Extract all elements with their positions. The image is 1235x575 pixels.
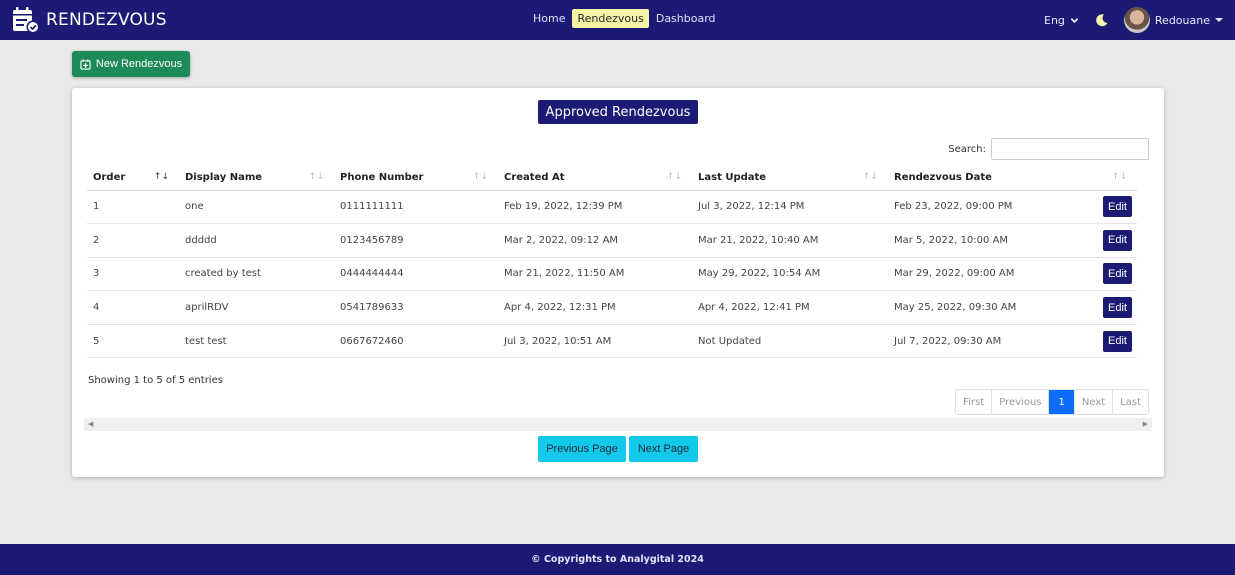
previous-page-button[interactable]: Previous Page: [538, 436, 626, 462]
cell-phone: 0444444444: [334, 257, 498, 292]
sort-icon: ↑↓: [862, 172, 878, 182]
column-header-order[interactable]: Order ↑↓: [87, 166, 179, 191]
column-header-display-name[interactable]: Display Name ↑↓: [179, 166, 334, 191]
nav-home[interactable]: Home: [528, 9, 570, 28]
scroll-left-arrow-icon[interactable]: ◀: [88, 420, 93, 428]
cell-rendezvous-date: Mar 5, 2022, 10:00 AM: [888, 223, 1078, 258]
nav-dashboard[interactable]: Dashboard: [651, 9, 721, 28]
edit-button[interactable]: Edit: [1103, 229, 1132, 251]
horizontal-scrollbar[interactable]: ◀ ▶: [84, 418, 1152, 431]
username[interactable]: Redouane: [1155, 14, 1210, 27]
pagination-first[interactable]: First: [956, 390, 992, 414]
cell-created-at: Apr 4, 2022, 12:31 PM: [498, 290, 692, 325]
nav-right: Eng Redouane: [1044, 7, 1223, 33]
cell-last-update: May 29, 2022, 10:54 AM: [692, 257, 888, 292]
avatar[interactable]: [1123, 7, 1150, 33]
calendar-check-icon: [13, 7, 40, 34]
table-row: 4 aprilRDV 0541789633 Apr 4, 2022, 12:31…: [87, 290, 1137, 325]
cell-display-name: ddddd: [179, 223, 334, 258]
sort-icon: ↑↓: [308, 172, 324, 182]
cell-action: Edit: [1077, 257, 1137, 292]
cell-display-name: aprilRDV: [179, 290, 334, 325]
sort-icon: ↑↓: [472, 172, 488, 182]
new-rendezvous-button[interactable]: New Rendezvous: [72, 51, 190, 77]
nav-rendezvous[interactable]: Rendezvous: [572, 9, 649, 28]
caret-down-icon[interactable]: [1215, 18, 1223, 22]
cell-order: 5: [87, 324, 179, 359]
table-row: 2 ddddd 0123456789 Mar 2, 2022, 09:12 AM…: [87, 223, 1137, 258]
cell-phone: 0667672460: [334, 324, 498, 359]
edit-button[interactable]: Edit: [1103, 297, 1132, 319]
table-row: 1 one 0111111111 Feb 19, 2022, 12:39 PM …: [87, 190, 1137, 225]
column-header-rendezvous-date[interactable]: Rendezvous Date ↑↓: [888, 166, 1137, 191]
footer: © Copyrights to Analygital 2024: [0, 544, 1235, 575]
sort-icon: ↑↓: [153, 172, 169, 182]
language-label: Eng: [1044, 13, 1065, 27]
language-dropdown[interactable]: Eng: [1044, 14, 1079, 27]
next-page-button[interactable]: Next Page: [629, 436, 698, 462]
cell-created-at: Mar 21, 2022, 11:50 AM: [498, 257, 692, 292]
cell-order: 1: [87, 190, 179, 225]
cell-phone: 0123456789: [334, 223, 498, 258]
cell-display-name: test test: [179, 324, 334, 359]
edit-button[interactable]: Edit: [1103, 263, 1132, 285]
cell-order: 3: [87, 257, 179, 292]
edit-button[interactable]: Edit: [1103, 196, 1132, 218]
cell-phone: 0541789633: [334, 290, 498, 325]
pagination: First Previous 1 Next Last: [955, 389, 1149, 415]
rendezvous-card: Approved Rendezvous Search: Order ↑↓ Disp…: [72, 88, 1164, 477]
edit-button[interactable]: Edit: [1103, 330, 1132, 352]
sort-icon: ↑↓: [1111, 172, 1127, 182]
top-navbar: RENDEZVOUS Home Rendezvous Dashboard Eng…: [0, 0, 1235, 40]
footer-copyright: © Copyrights to Analygital 2024: [531, 554, 704, 565]
chevron-down-icon: [1070, 17, 1079, 23]
scroll-right-arrow-icon[interactable]: ▶: [1143, 420, 1148, 428]
card-title: Approved Rendezvous: [538, 100, 698, 124]
cell-order: 4: [87, 290, 179, 325]
main-nav: Home Rendezvous Dashboard: [528, 9, 723, 28]
pagination-last[interactable]: Last: [1112, 390, 1148, 414]
sort-icon: ↑↓: [666, 172, 682, 182]
search-input[interactable]: [991, 138, 1149, 160]
search-box: Search:: [948, 138, 1149, 160]
cell-phone: 0111111111: [334, 190, 498, 225]
pagination-page-1[interactable]: 1: [1048, 390, 1074, 414]
cell-last-update: Jul 3, 2022, 12:14 PM: [692, 190, 888, 225]
page-navigation: Previous Page Next Page: [538, 436, 701, 462]
cell-action: Edit: [1077, 290, 1137, 325]
rendezvous-table: Order ↑↓ Display Name ↑↓ Phone Number ↑↓ Cr…: [87, 166, 1137, 359]
column-header-phone-number[interactable]: Phone Number ↑↓: [334, 166, 498, 191]
column-header-created-at[interactable]: Created At ↑↓: [498, 166, 692, 191]
cell-display-name: one: [179, 190, 334, 225]
cell-action: Edit: [1077, 223, 1137, 258]
table-row: 3 created by test 0444444444 Mar 21, 202…: [87, 257, 1137, 292]
cell-order: 2: [87, 223, 179, 258]
cell-rendezvous-date: Jul 7, 2022, 09:30 AM: [888, 324, 1078, 359]
cell-created-at: Feb 19, 2022, 12:39 PM: [498, 190, 692, 225]
calendar-plus-icon: [80, 58, 91, 70]
brand-name: RENDEZVOUS: [46, 10, 167, 30]
cell-action: Edit: [1077, 324, 1137, 359]
table-info: Showing 1 to 5 of 5 entries: [88, 375, 223, 386]
cell-created-at: Jul 3, 2022, 10:51 AM: [498, 324, 692, 359]
cell-rendezvous-date: Feb 23, 2022, 09:00 PM: [888, 190, 1078, 225]
pagination-next[interactable]: Next: [1073, 390, 1113, 414]
new-rendezvous-label: New Rendezvous: [95, 58, 183, 70]
cell-rendezvous-date: May 25, 2022, 09:30 AM: [888, 290, 1078, 325]
cell-created-at: Mar 2, 2022, 09:12 AM: [498, 223, 692, 258]
cell-last-update: Apr 4, 2022, 12:41 PM: [692, 290, 888, 325]
pagination-previous[interactable]: Previous: [991, 390, 1049, 414]
cell-last-update: Not Updated: [692, 324, 888, 359]
column-header-last-update[interactable]: Last Update ↑↓: [692, 166, 888, 191]
table-row: 5 test test 0667672460 Jul 3, 2022, 10:5…: [87, 324, 1137, 359]
table-header-row: Order ↑↓ Display Name ↑↓ Phone Number ↑↓ Cr…: [87, 166, 1137, 191]
cell-rendezvous-date: Mar 29, 2022, 09:00 AM: [888, 257, 1078, 292]
brand[interactable]: RENDEZVOUS: [11, 6, 167, 34]
cell-action: Edit: [1077, 190, 1137, 225]
cell-display-name: created by test: [179, 257, 334, 292]
search-label: Search:: [948, 143, 986, 155]
cell-last-update: Mar 21, 2022, 10:40 AM: [692, 223, 888, 258]
moon-icon[interactable]: [1095, 13, 1109, 27]
